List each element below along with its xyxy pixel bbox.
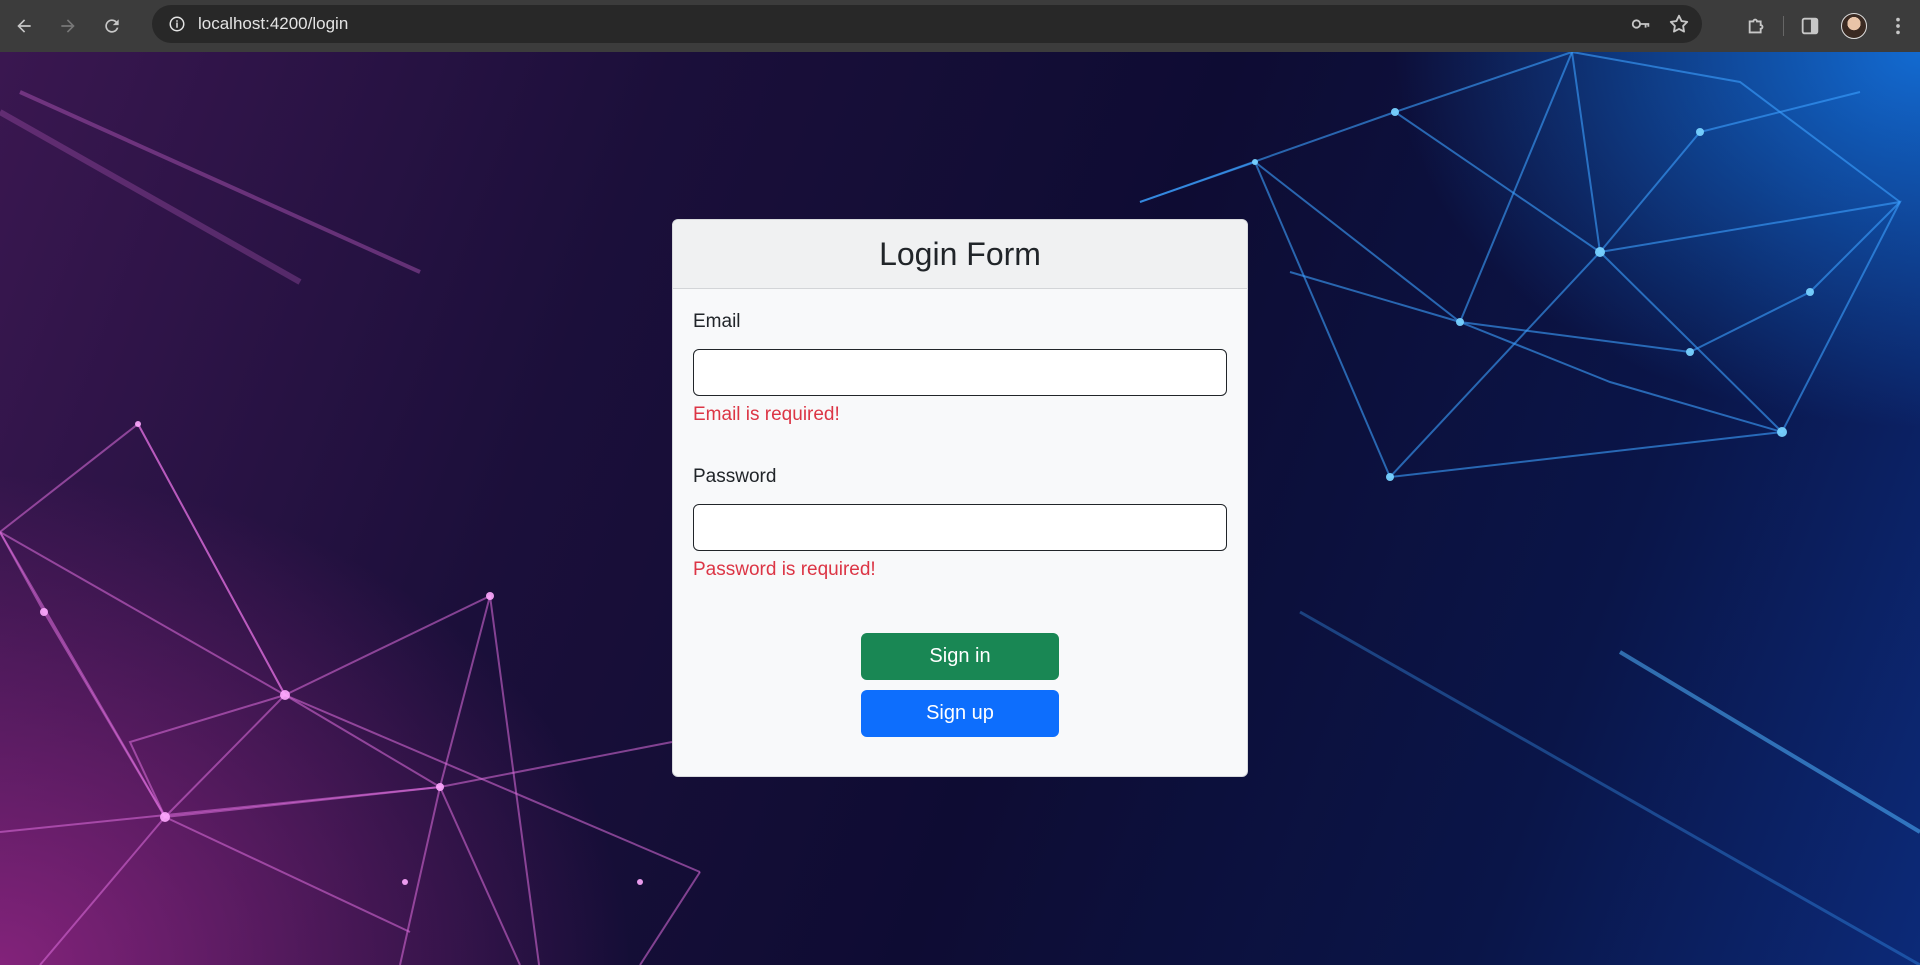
- password-error-message: Password is required!: [693, 559, 876, 580]
- browser-toolbar: localhost:4200/login: [0, 0, 1920, 52]
- password-key-icon[interactable]: [1630, 13, 1652, 35]
- password-label: Password: [693, 466, 777, 487]
- forward-icon: [61, 19, 75, 33]
- email-error-message: Email is required!: [693, 404, 840, 425]
- extensions-button[interactable]: [1735, 4, 1779, 48]
- url-text[interactable]: localhost:4200/login: [198, 14, 348, 34]
- side-panel-button[interactable]: [1788, 4, 1832, 48]
- profile-avatar: [1841, 13, 1867, 39]
- reload-icon: [105, 19, 119, 33]
- site-info-button[interactable]: [162, 9, 192, 39]
- bookmark-star-icon[interactable]: [1668, 13, 1690, 35]
- back-button[interactable]: [4, 6, 44, 46]
- email-label: Email: [693, 311, 741, 332]
- page-viewport: Login Form Email Email is required! Pass…: [0, 52, 1920, 965]
- back-icon: [17, 19, 31, 33]
- reload-button[interactable]: [92, 6, 132, 46]
- login-card: Login Form Email Email is required! Pass…: [672, 219, 1248, 777]
- profile-button[interactable]: [1832, 4, 1876, 48]
- extensions-icon: [1748, 18, 1764, 34]
- login-card-header: Login Form: [673, 220, 1247, 289]
- site-info-icon: [169, 16, 185, 32]
- page-title: Login Form: [879, 235, 1041, 272]
- forward-button[interactable]: [48, 6, 88, 46]
- password-field[interactable]: [693, 504, 1227, 551]
- sign-in-button[interactable]: Sign in: [861, 633, 1059, 680]
- login-form: Email Email is required! Password Passwo…: [673, 289, 1247, 737]
- sign-up-button[interactable]: Sign up: [861, 690, 1059, 737]
- side-panel-icon: [1801, 17, 1819, 35]
- form-actions: Sign in Sign up: [693, 633, 1227, 737]
- menu-dots-icon: [1896, 17, 1900, 35]
- email-field[interactable]: [693, 349, 1227, 396]
- menu-button[interactable]: [1876, 4, 1920, 48]
- toolbar-divider: [1783, 16, 1784, 36]
- address-bar[interactable]: localhost:4200/login: [152, 5, 1702, 43]
